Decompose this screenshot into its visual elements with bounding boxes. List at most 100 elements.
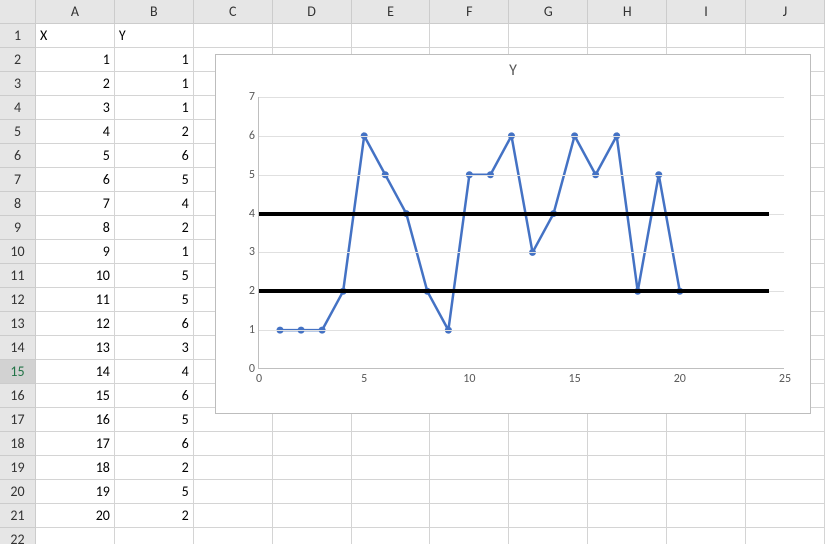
col-header-C[interactable]: C [194, 0, 273, 24]
row-header-8[interactable]: 8 [0, 192, 36, 216]
cell-A3[interactable]: 2 [36, 72, 115, 96]
cell-B4[interactable]: 1 [115, 96, 194, 120]
select-all-corner[interactable] [0, 0, 36, 24]
row-header-20[interactable]: 20 [0, 480, 36, 504]
cell-G22[interactable] [509, 528, 588, 544]
row-header-17[interactable]: 17 [0, 408, 36, 432]
cell-F20[interactable] [430, 480, 509, 504]
cell-J21[interactable] [746, 504, 825, 528]
cell-D19[interactable] [273, 456, 352, 480]
cell-F19[interactable] [430, 456, 509, 480]
cell-F22[interactable] [430, 528, 509, 544]
cell-J1[interactable] [746, 24, 825, 48]
cell-B5[interactable]: 2 [115, 120, 194, 144]
row-header-2[interactable]: 2 [0, 48, 36, 72]
row-header-11[interactable]: 11 [0, 264, 36, 288]
cell-H21[interactable] [588, 504, 667, 528]
cell-B10[interactable]: 1 [115, 240, 194, 264]
col-header-D[interactable]: D [273, 0, 352, 24]
row-header-22[interactable]: 22 [0, 528, 36, 544]
row-header-12[interactable]: 12 [0, 288, 36, 312]
row-header-4[interactable]: 4 [0, 96, 36, 120]
cell-A18[interactable]: 17 [36, 432, 115, 456]
cell-A11[interactable]: 10 [36, 264, 115, 288]
cell-I1[interactable] [667, 24, 746, 48]
cell-B20[interactable]: 5 [115, 480, 194, 504]
cell-D20[interactable] [273, 480, 352, 504]
cell-J22[interactable] [746, 528, 825, 544]
cell-I18[interactable] [667, 432, 746, 456]
col-header-E[interactable]: E [352, 0, 431, 24]
cell-B8[interactable]: 4 [115, 192, 194, 216]
cell-B11[interactable]: 5 [115, 264, 194, 288]
cell-C22[interactable] [194, 528, 273, 544]
cell-J20[interactable] [746, 480, 825, 504]
cell-B21[interactable]: 2 [115, 504, 194, 528]
cell-C20[interactable] [194, 480, 273, 504]
col-header-I[interactable]: I [667, 0, 746, 24]
cell-B15[interactable]: 4 [115, 360, 194, 384]
cell-A4[interactable]: 3 [36, 96, 115, 120]
row-header-9[interactable]: 9 [0, 216, 36, 240]
cell-B12[interactable]: 5 [115, 288, 194, 312]
cell-A6[interactable]: 5 [36, 144, 115, 168]
col-header-A[interactable]: A [36, 0, 115, 24]
cell-B1[interactable]: Y [115, 24, 194, 48]
cell-A21[interactable]: 20 [36, 504, 115, 528]
chart-container[interactable]: Y 012345670510152025 [215, 54, 811, 414]
cell-D18[interactable] [273, 432, 352, 456]
cell-F21[interactable] [430, 504, 509, 528]
row-header-16[interactable]: 16 [0, 384, 36, 408]
cell-E18[interactable] [352, 432, 431, 456]
cell-D21[interactable] [273, 504, 352, 528]
cell-A14[interactable]: 13 [36, 336, 115, 360]
cell-H19[interactable] [588, 456, 667, 480]
cell-I20[interactable] [667, 480, 746, 504]
cell-C19[interactable] [194, 456, 273, 480]
cell-A7[interactable]: 6 [36, 168, 115, 192]
row-header-14[interactable]: 14 [0, 336, 36, 360]
col-header-H[interactable]: H [588, 0, 667, 24]
cell-G21[interactable] [509, 504, 588, 528]
cell-H1[interactable] [588, 24, 667, 48]
cell-H22[interactable] [588, 528, 667, 544]
cell-A10[interactable]: 9 [36, 240, 115, 264]
cell-B2[interactable]: 1 [115, 48, 194, 72]
cell-B3[interactable]: 1 [115, 72, 194, 96]
cell-A5[interactable]: 4 [36, 120, 115, 144]
cell-A13[interactable]: 12 [36, 312, 115, 336]
cell-G20[interactable] [509, 480, 588, 504]
row-header-15[interactable]: 15 [0, 360, 36, 384]
row-header-21[interactable]: 21 [0, 504, 36, 528]
cell-B6[interactable]: 6 [115, 144, 194, 168]
row-header-1[interactable]: 1 [0, 24, 36, 48]
cell-H20[interactable] [588, 480, 667, 504]
cell-B22[interactable] [115, 528, 194, 544]
row-header-19[interactable]: 19 [0, 456, 36, 480]
cell-D22[interactable] [273, 528, 352, 544]
cell-I22[interactable] [667, 528, 746, 544]
col-header-B[interactable]: B [115, 0, 194, 24]
cell-C21[interactable] [194, 504, 273, 528]
cell-G1[interactable] [509, 24, 588, 48]
cell-G18[interactable] [509, 432, 588, 456]
row-header-18[interactable]: 18 [0, 432, 36, 456]
cell-B7[interactable]: 5 [115, 168, 194, 192]
cell-F1[interactable] [430, 24, 509, 48]
col-header-F[interactable]: F [430, 0, 509, 24]
cell-A20[interactable]: 19 [36, 480, 115, 504]
cell-C18[interactable] [194, 432, 273, 456]
cell-A2[interactable]: 1 [36, 48, 115, 72]
cell-E21[interactable] [352, 504, 431, 528]
cell-J19[interactable] [746, 456, 825, 480]
cell-E20[interactable] [352, 480, 431, 504]
cell-B14[interactable]: 3 [115, 336, 194, 360]
cell-J18[interactable] [746, 432, 825, 456]
cell-D1[interactable] [273, 24, 352, 48]
cell-B9[interactable]: 2 [115, 216, 194, 240]
cell-A22[interactable] [36, 528, 115, 544]
row-header-7[interactable]: 7 [0, 168, 36, 192]
cell-A17[interactable]: 16 [36, 408, 115, 432]
cell-A16[interactable]: 15 [36, 384, 115, 408]
cell-B17[interactable]: 5 [115, 408, 194, 432]
